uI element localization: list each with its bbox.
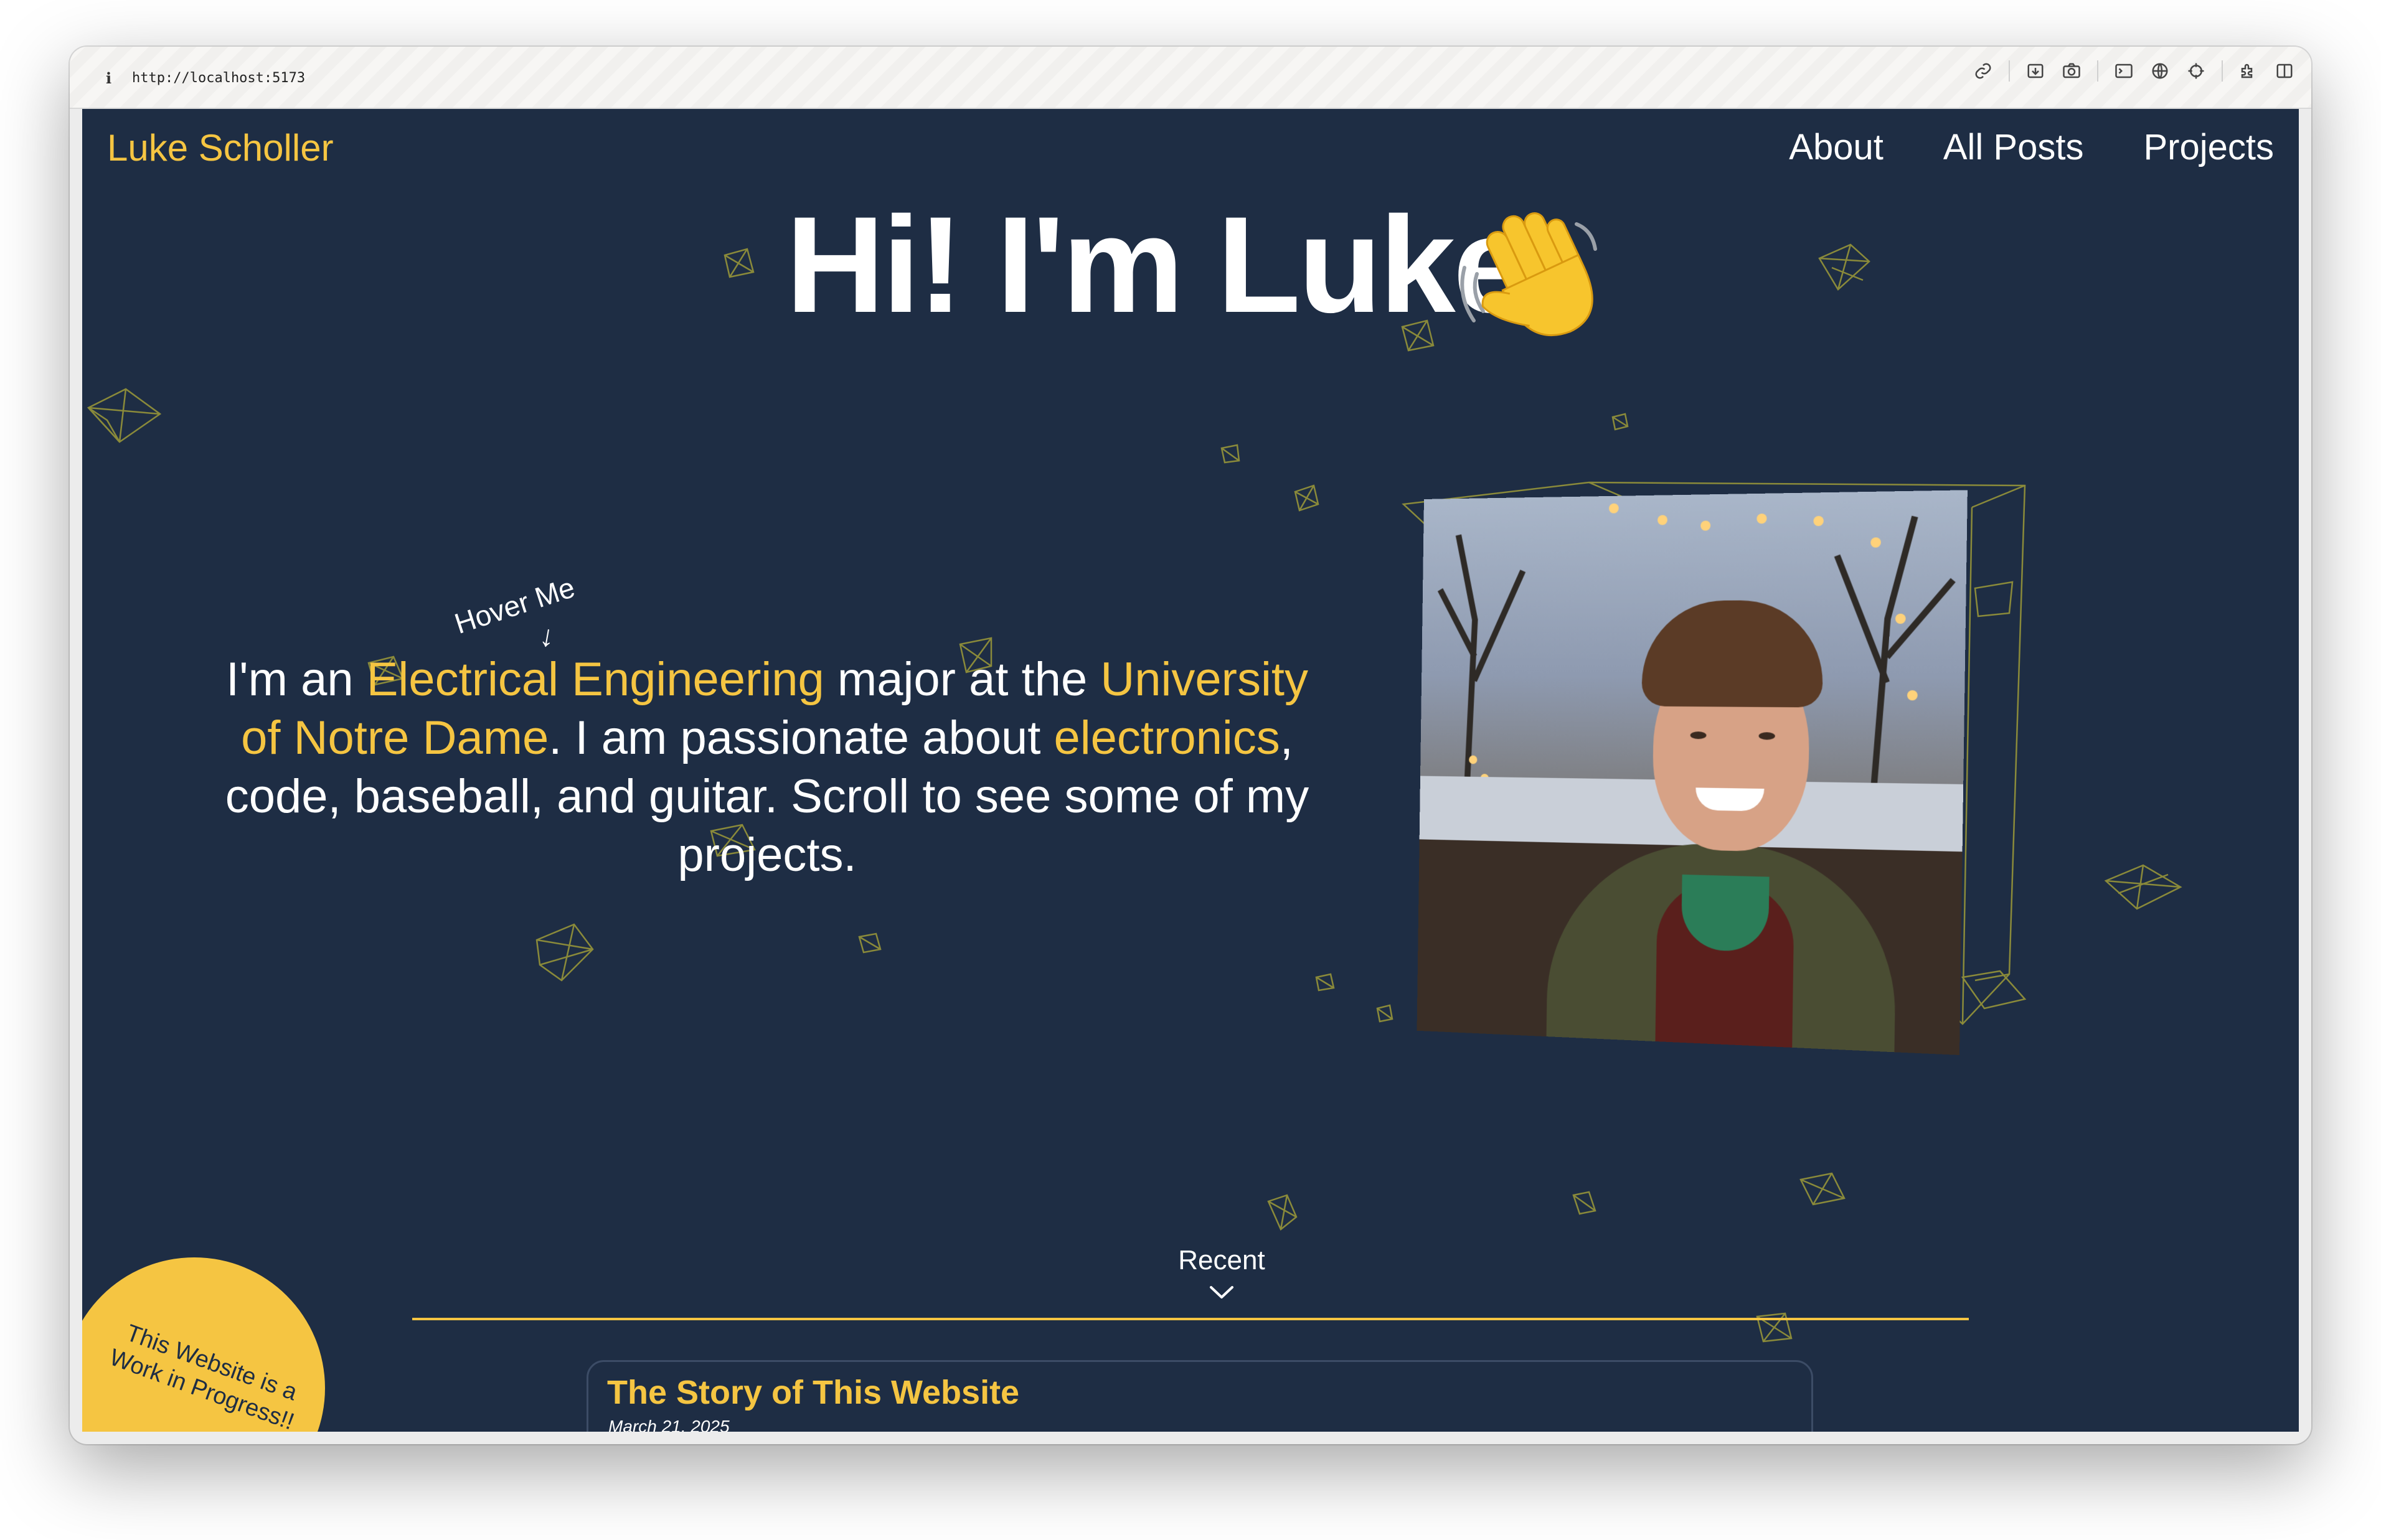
wireframe-shape <box>1294 484 1319 512</box>
extension-icon[interactable] <box>2238 60 2259 82</box>
hero-title: Hi! I'm Luke <box>786 188 1529 341</box>
wireframe-shape <box>1267 1194 1298 1231</box>
info-icon[interactable]: i <box>106 69 111 87</box>
post-date: March 21, 2025 <box>608 1417 730 1432</box>
profile-photo[interactable] <box>1417 490 1968 1055</box>
wireframe-shape <box>1572 1191 1596 1215</box>
bio-highlight-major[interactable]: Electrical Engineering <box>367 653 824 706</box>
hover-me-hint: Hover Me <box>450 570 579 641</box>
recent-section-label: Recent <box>1178 1245 1265 1275</box>
browser-window: i http://localhost:5173 Luke Scholler Ab… <box>70 47 2311 1444</box>
toolbar-divider <box>2009 60 2010 82</box>
waving-hand-icon <box>1460 212 1597 337</box>
profile-photo-container <box>1402 458 2025 1080</box>
camera-icon[interactable] <box>2061 60 2082 82</box>
sidebar-icon[interactable] <box>2274 60 2295 82</box>
wireframe-shape <box>535 923 594 982</box>
wireframe-shape <box>1818 243 1870 291</box>
bio-text: major at the <box>824 653 1101 706</box>
hover-hint-arrow: ↓ <box>537 619 558 654</box>
photo-eye <box>1690 731 1707 739</box>
bio-text: I'm an <box>226 653 367 706</box>
wireframe-shape <box>1799 1172 1846 1206</box>
wireframe-shape <box>87 388 162 443</box>
chevron-down-icon[interactable] <box>1207 1282 1236 1301</box>
link-icon[interactable] <box>1973 60 1994 82</box>
bio-highlight-electronics[interactable]: electronics <box>1054 711 1280 764</box>
photo-eye <box>1758 732 1775 740</box>
address-bar: i http://localhost:5173 <box>70 47 2311 109</box>
wireframe-shape <box>2104 864 2182 910</box>
toolbar-divider <box>2097 60 2098 82</box>
wireframe-shape <box>1220 444 1240 464</box>
terminal-icon[interactable] <box>2113 60 2134 82</box>
crosshair-icon[interactable] <box>2185 60 2207 82</box>
wireframe-shape <box>1376 1004 1393 1023</box>
hero-bio: I'm an Electrical Engineering major at t… <box>207 650 1327 885</box>
url-field[interactable]: http://localhost:5173 <box>132 70 305 86</box>
toolbar-divider <box>2222 60 2223 82</box>
wireframe-shape <box>858 932 882 954</box>
site-brand[interactable]: Luke Scholler <box>107 126 334 169</box>
globe-icon[interactable] <box>2149 60 2171 82</box>
toolbar-icons <box>1973 60 2295 82</box>
recent-divider <box>412 1318 1969 1320</box>
nav-link-about[interactable]: About <box>1789 126 1884 168</box>
post-title[interactable]: The Story of This Website <box>607 1373 1019 1412</box>
bio-text: . I am passionate about <box>549 711 1054 764</box>
post-card[interactable]: The Story of This Website March 21, 2025 <box>587 1360 1813 1432</box>
main-nav: About All Posts Projects <box>1789 126 2274 168</box>
wireframe-shape <box>1315 973 1335 992</box>
wireframe-shape <box>724 248 755 278</box>
nav-link-all-posts[interactable]: All Posts <box>1943 126 2084 168</box>
wireframe-shape <box>1611 413 1629 431</box>
web-page: Luke Scholler About All Posts Projects H… <box>82 109 2299 1432</box>
download-icon[interactable] <box>2025 60 2046 82</box>
nav-link-projects[interactable]: Projects <box>2143 126 2274 168</box>
